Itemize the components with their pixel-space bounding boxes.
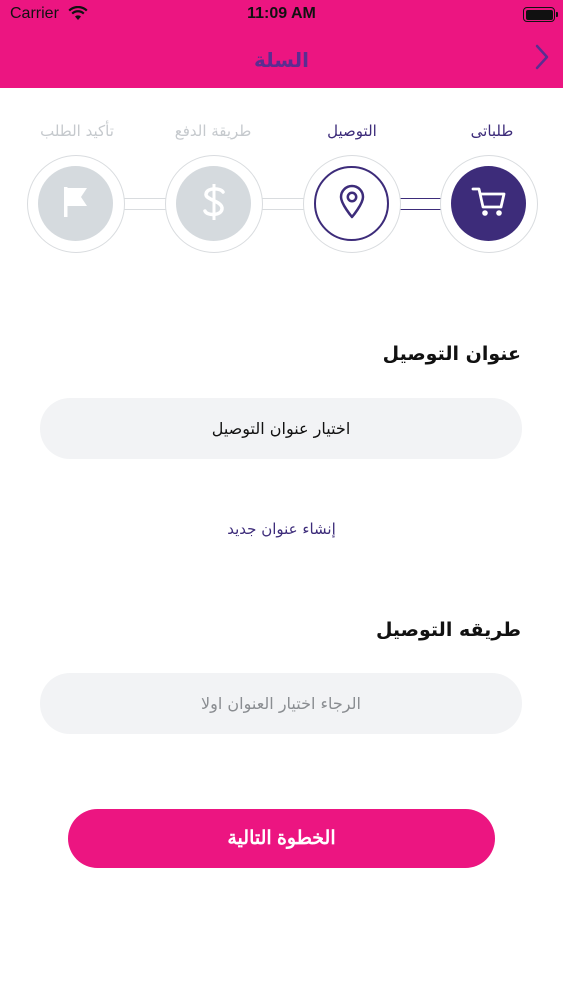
cart-icon	[471, 185, 507, 223]
chevron-right-icon	[535, 44, 549, 70]
step-confirm	[27, 155, 125, 253]
step-orders	[440, 155, 538, 253]
status-bar: Carrier 11:09 AM	[0, 0, 563, 30]
delivery-address-title: عنوان التوصيل	[382, 343, 521, 365]
step-label-delivery: التوصيل	[327, 122, 377, 140]
delivery-method-field[interactable]: الرجاء اختيار العنوان اولا	[40, 673, 522, 734]
step-connector	[120, 198, 168, 210]
battery-icon	[523, 7, 558, 22]
step-connector	[258, 198, 306, 210]
step-label-confirm: تأكيد الطلب	[40, 122, 114, 140]
status-time: 11:09 AM	[247, 5, 316, 22]
page-title: السلة	[253, 48, 309, 72]
create-address-link[interactable]: إنشاء عنوان جديد	[0, 520, 563, 538]
step-label-orders: طلباتى	[470, 122, 514, 140]
step-label-payment: طريقة الدفع	[174, 122, 252, 140]
back-button[interactable]	[529, 42, 553, 72]
next-step-button[interactable]: الخطوة التالية	[68, 809, 495, 868]
flag-icon	[60, 184, 92, 224]
dollar-icon	[199, 182, 229, 226]
select-address-field[interactable]: اختيار عنوان التوصيل	[40, 398, 522, 459]
delivery-method-title: طريقه التوصيل	[375, 619, 521, 641]
step-delivery	[303, 155, 401, 253]
app-header: Carrier 11:09 AM السلة	[0, 0, 563, 88]
step-payment	[165, 155, 263, 253]
location-pin-icon	[338, 184, 366, 224]
step-connector-active	[396, 198, 444, 210]
